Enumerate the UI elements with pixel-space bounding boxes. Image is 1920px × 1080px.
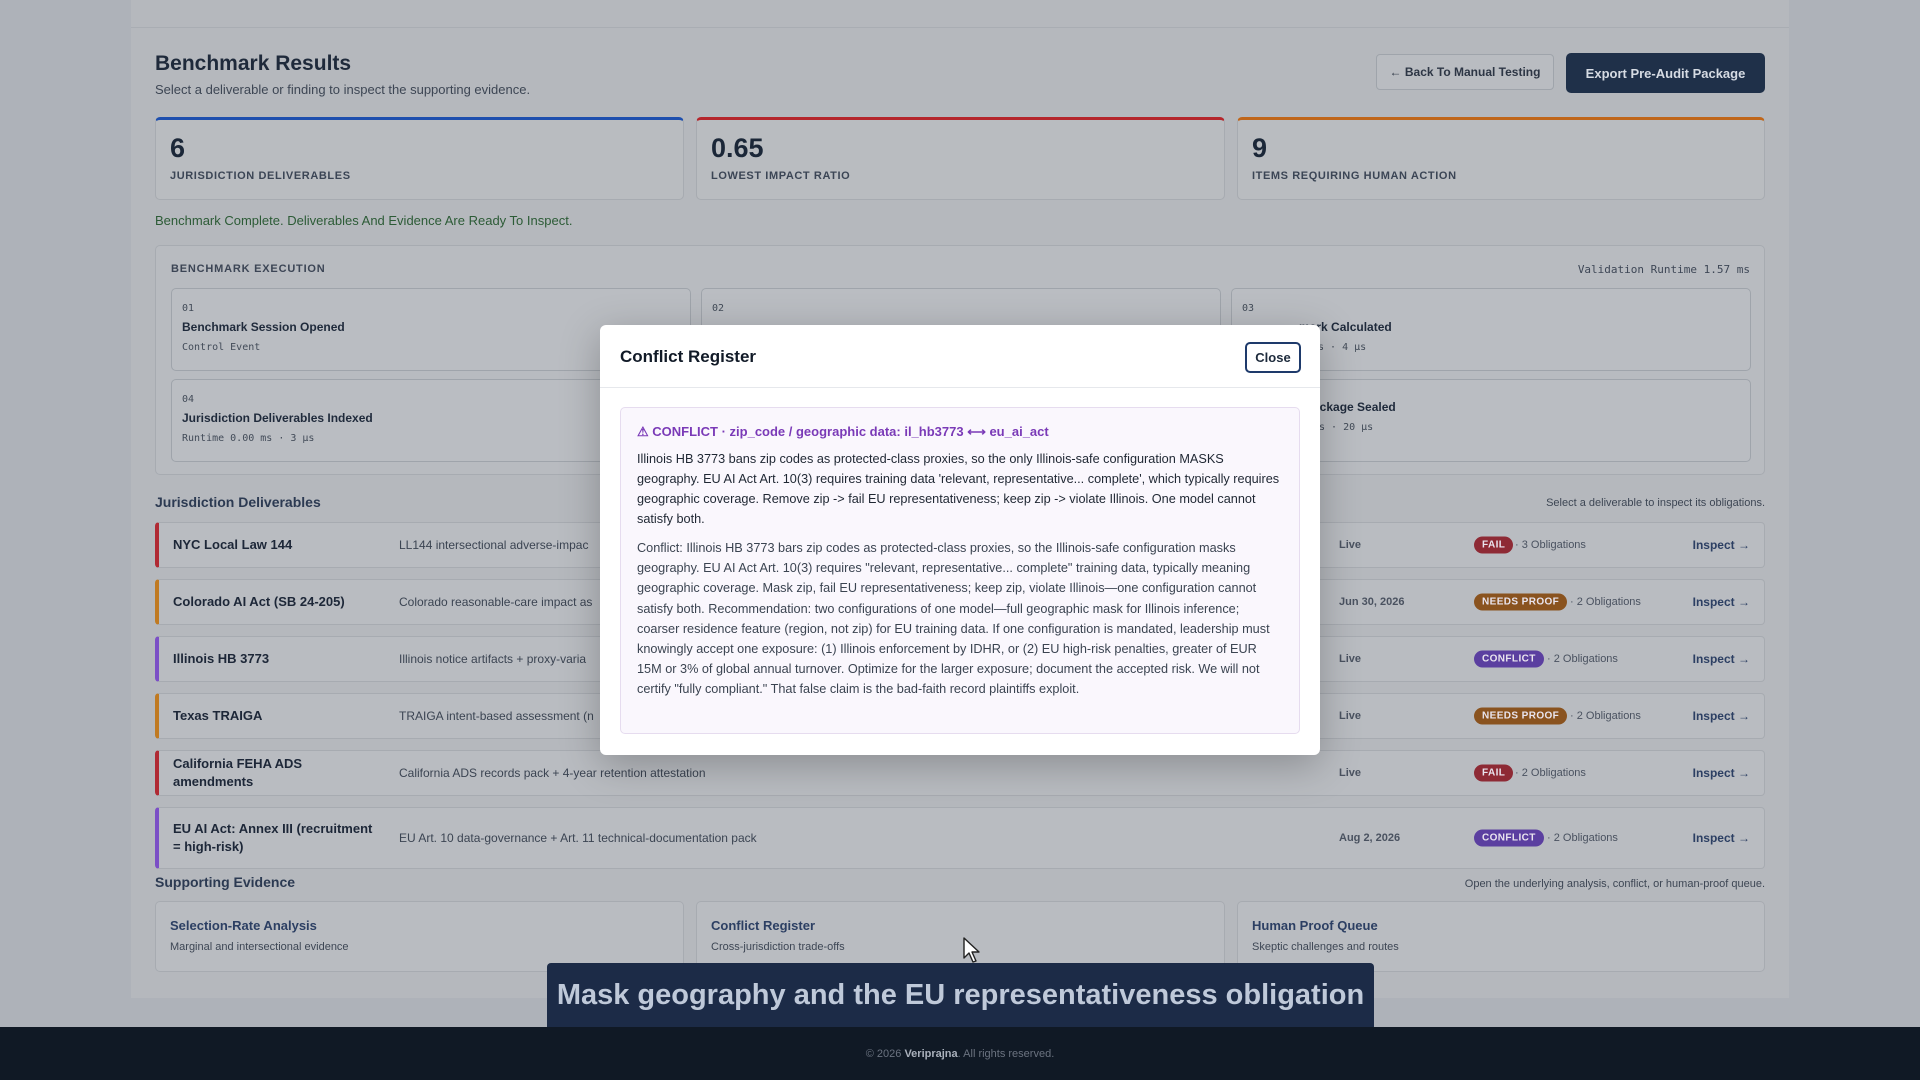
stat-label: Jurisdiction Deliverables bbox=[170, 170, 351, 182]
status-badge: CONFLICT bbox=[1474, 829, 1544, 847]
back-to-manual-testing-button[interactable]: ← Back To Manual Testing bbox=[1376, 54, 1554, 90]
status-badge: FAIL bbox=[1474, 764, 1514, 782]
inspect-link[interactable]: Inspect → bbox=[1693, 808, 1750, 868]
deliverable-due: Live bbox=[1339, 539, 1362, 551]
inspect-link[interactable]: Inspect → bbox=[1693, 694, 1750, 738]
modal-title: Conflict Register bbox=[620, 347, 757, 366]
evidence-card-subtitle: Marginal and intersectional evidence bbox=[170, 941, 349, 953]
deliverable-desc: Colorado reasonable-care impact as bbox=[399, 595, 593, 609]
obligations-count: · 2 Obligations bbox=[1570, 710, 1641, 722]
deliverable-due: Live bbox=[1339, 710, 1362, 722]
deliverable-desc: LL144 intersectional adverse-impac bbox=[399, 538, 589, 552]
obligations-count: · 2 Obligations bbox=[1515, 767, 1586, 779]
conflict-entry: ⚠ CONFLICT · zip_code / geographic data:… bbox=[620, 407, 1300, 734]
step-number: 03 bbox=[1242, 303, 1255, 314]
status-badge: CONFLICT bbox=[1474, 650, 1544, 668]
export-pre-audit-package-button[interactable]: Export Pre-Audit Package bbox=[1566, 53, 1765, 93]
stat-card-impact-ratio: 0.65 Lowest Impact Ratio bbox=[696, 117, 1225, 200]
footer-brand: Veriprajna bbox=[904, 1047, 958, 1060]
evidence-card-title: Human Proof Queue bbox=[1252, 918, 1378, 933]
deliverable-due: Live bbox=[1339, 767, 1362, 779]
deliverable-due: Live bbox=[1339, 653, 1362, 665]
conflict-detail: Conflict: Illinois HB 3773 bars zip code… bbox=[637, 541, 1270, 697]
inspect-link[interactable]: Inspect → bbox=[1693, 580, 1750, 624]
status-message: Benchmark Complete. Deliverables And Evi… bbox=[155, 213, 573, 228]
deliverable-name: Colorado AI Act (SB 24-205) bbox=[173, 593, 345, 609]
deliverable-name: EU AI Act: Annex III (recruitment = high… bbox=[173, 820, 373, 854]
stat-value: 6 bbox=[170, 133, 186, 163]
evidence-card-title: Selection-Rate Analysis bbox=[170, 918, 317, 933]
conflict-summary: Illinois HB 3773 bans zip codes as prote… bbox=[637, 452, 1280, 526]
conflict-heading: ⚠ CONFLICT · zip_code / geographic data:… bbox=[637, 424, 1049, 439]
deliverables-section-title: Jurisdiction Deliverables bbox=[155, 494, 321, 510]
status-badge: NEEDS PROOF bbox=[1474, 593, 1568, 611]
deliverable-desc: Illinois notice artifacts + proxy-varia bbox=[399, 652, 587, 666]
validation-runtime: Validation Runtime 1.57 ms bbox=[1577, 263, 1750, 276]
deliverable-desc: EU Art. 10 data-governance + Art. 11 tec… bbox=[399, 831, 757, 845]
stat-value: 0.65 bbox=[711, 133, 764, 163]
step-number: 01 bbox=[182, 303, 195, 314]
evidence-card-human-proof-queue[interactable]: Human Proof Queue Skeptic challenges and… bbox=[1237, 901, 1765, 972]
stat-value: 9 bbox=[1252, 133, 1268, 163]
obligations-count: · 3 Obligations bbox=[1515, 539, 1586, 551]
inspect-link[interactable]: Inspect → bbox=[1693, 637, 1750, 681]
status-badge: NEEDS PROOF bbox=[1474, 707, 1568, 725]
execution-title: Benchmark Execution bbox=[171, 263, 326, 275]
obligations-count: · 2 Obligations bbox=[1570, 596, 1641, 608]
modal-header: Conflict Register Close bbox=[600, 325, 1320, 388]
footer-rights: . All rights reserved. bbox=[957, 1047, 1055, 1060]
obligations-count: · 2 Obligations bbox=[1547, 653, 1618, 665]
conflict-register-modal: Conflict Register Close ⚠ CONFLICT · zip… bbox=[600, 325, 1320, 755]
deliverable-name: NYC Local Law 144 bbox=[173, 536, 293, 552]
evidence-card-subtitle: Skeptic challenges and routes bbox=[1252, 941, 1399, 953]
deliverable-row-eu-ai-act[interactable]: EU AI Act: Annex III (recruitment = high… bbox=[155, 807, 1765, 869]
page-subtitle: Select a deliverable or finding to inspe… bbox=[155, 82, 531, 97]
caption-overlay: Mask geography and the EU representative… bbox=[547, 963, 1374, 1027]
inspect-link[interactable]: Inspect → bbox=[1693, 523, 1750, 567]
stat-label: Lowest Impact Ratio bbox=[711, 170, 851, 182]
evidence-card-title: Conflict Register bbox=[711, 918, 816, 933]
obligations-count: · 2 Obligations bbox=[1547, 832, 1618, 844]
deliverables-hint: Select a deliverable to inspect its obli… bbox=[1546, 497, 1765, 509]
deliverable-name: Illinois HB 3773 bbox=[173, 650, 270, 666]
status-badge: FAIL bbox=[1474, 536, 1514, 554]
evidence-card-selection-rate[interactable]: Selection-Rate Analysis Marginal and int… bbox=[155, 901, 684, 972]
deliverable-desc: California ADS records pack + 4-year ret… bbox=[399, 766, 706, 780]
deliverable-name: California FEHA ADS amendments bbox=[173, 755, 303, 789]
stat-label: Items Requiring Human Action bbox=[1252, 170, 1457, 182]
evidence-card-subtitle: Cross-jurisdiction trade-offs bbox=[711, 941, 845, 953]
deliverable-desc: TRAIGA intent-based assessment (n bbox=[399, 709, 594, 723]
deliverable-row-california[interactable]: California FEHA ADS amendments Californi… bbox=[155, 750, 1765, 796]
evidence-card-conflict-register[interactable]: Conflict Register Cross-jurisdiction tra… bbox=[696, 901, 1225, 972]
deliverable-due: Aug 2, 2026 bbox=[1339, 832, 1401, 844]
footer: © 2026 Veriprajna. All rights reserved. bbox=[0, 1027, 1920, 1080]
footer-copyright: © 2026 bbox=[865, 1047, 902, 1060]
top-strip bbox=[131, 0, 1789, 28]
mouse-pointer-icon bbox=[963, 937, 980, 963]
deliverable-due: Jun 30, 2026 bbox=[1339, 596, 1405, 608]
close-button[interactable]: Close bbox=[1245, 342, 1301, 373]
stat-card-deliverables: 6 Jurisdiction Deliverables bbox=[155, 117, 684, 200]
evidence-section-title: Supporting Evidence bbox=[155, 874, 296, 890]
evidence-hint: Open the underlying analysis, conflict, … bbox=[1464, 878, 1765, 890]
step-number: 02 bbox=[712, 303, 725, 314]
stat-card-human-action: 9 Items Requiring Human Action bbox=[1237, 117, 1765, 200]
deliverable-name: Texas TRAIGA bbox=[173, 707, 263, 723]
inspect-link[interactable]: Inspect → bbox=[1693, 751, 1750, 795]
page-title: Benchmark Results bbox=[155, 52, 352, 75]
